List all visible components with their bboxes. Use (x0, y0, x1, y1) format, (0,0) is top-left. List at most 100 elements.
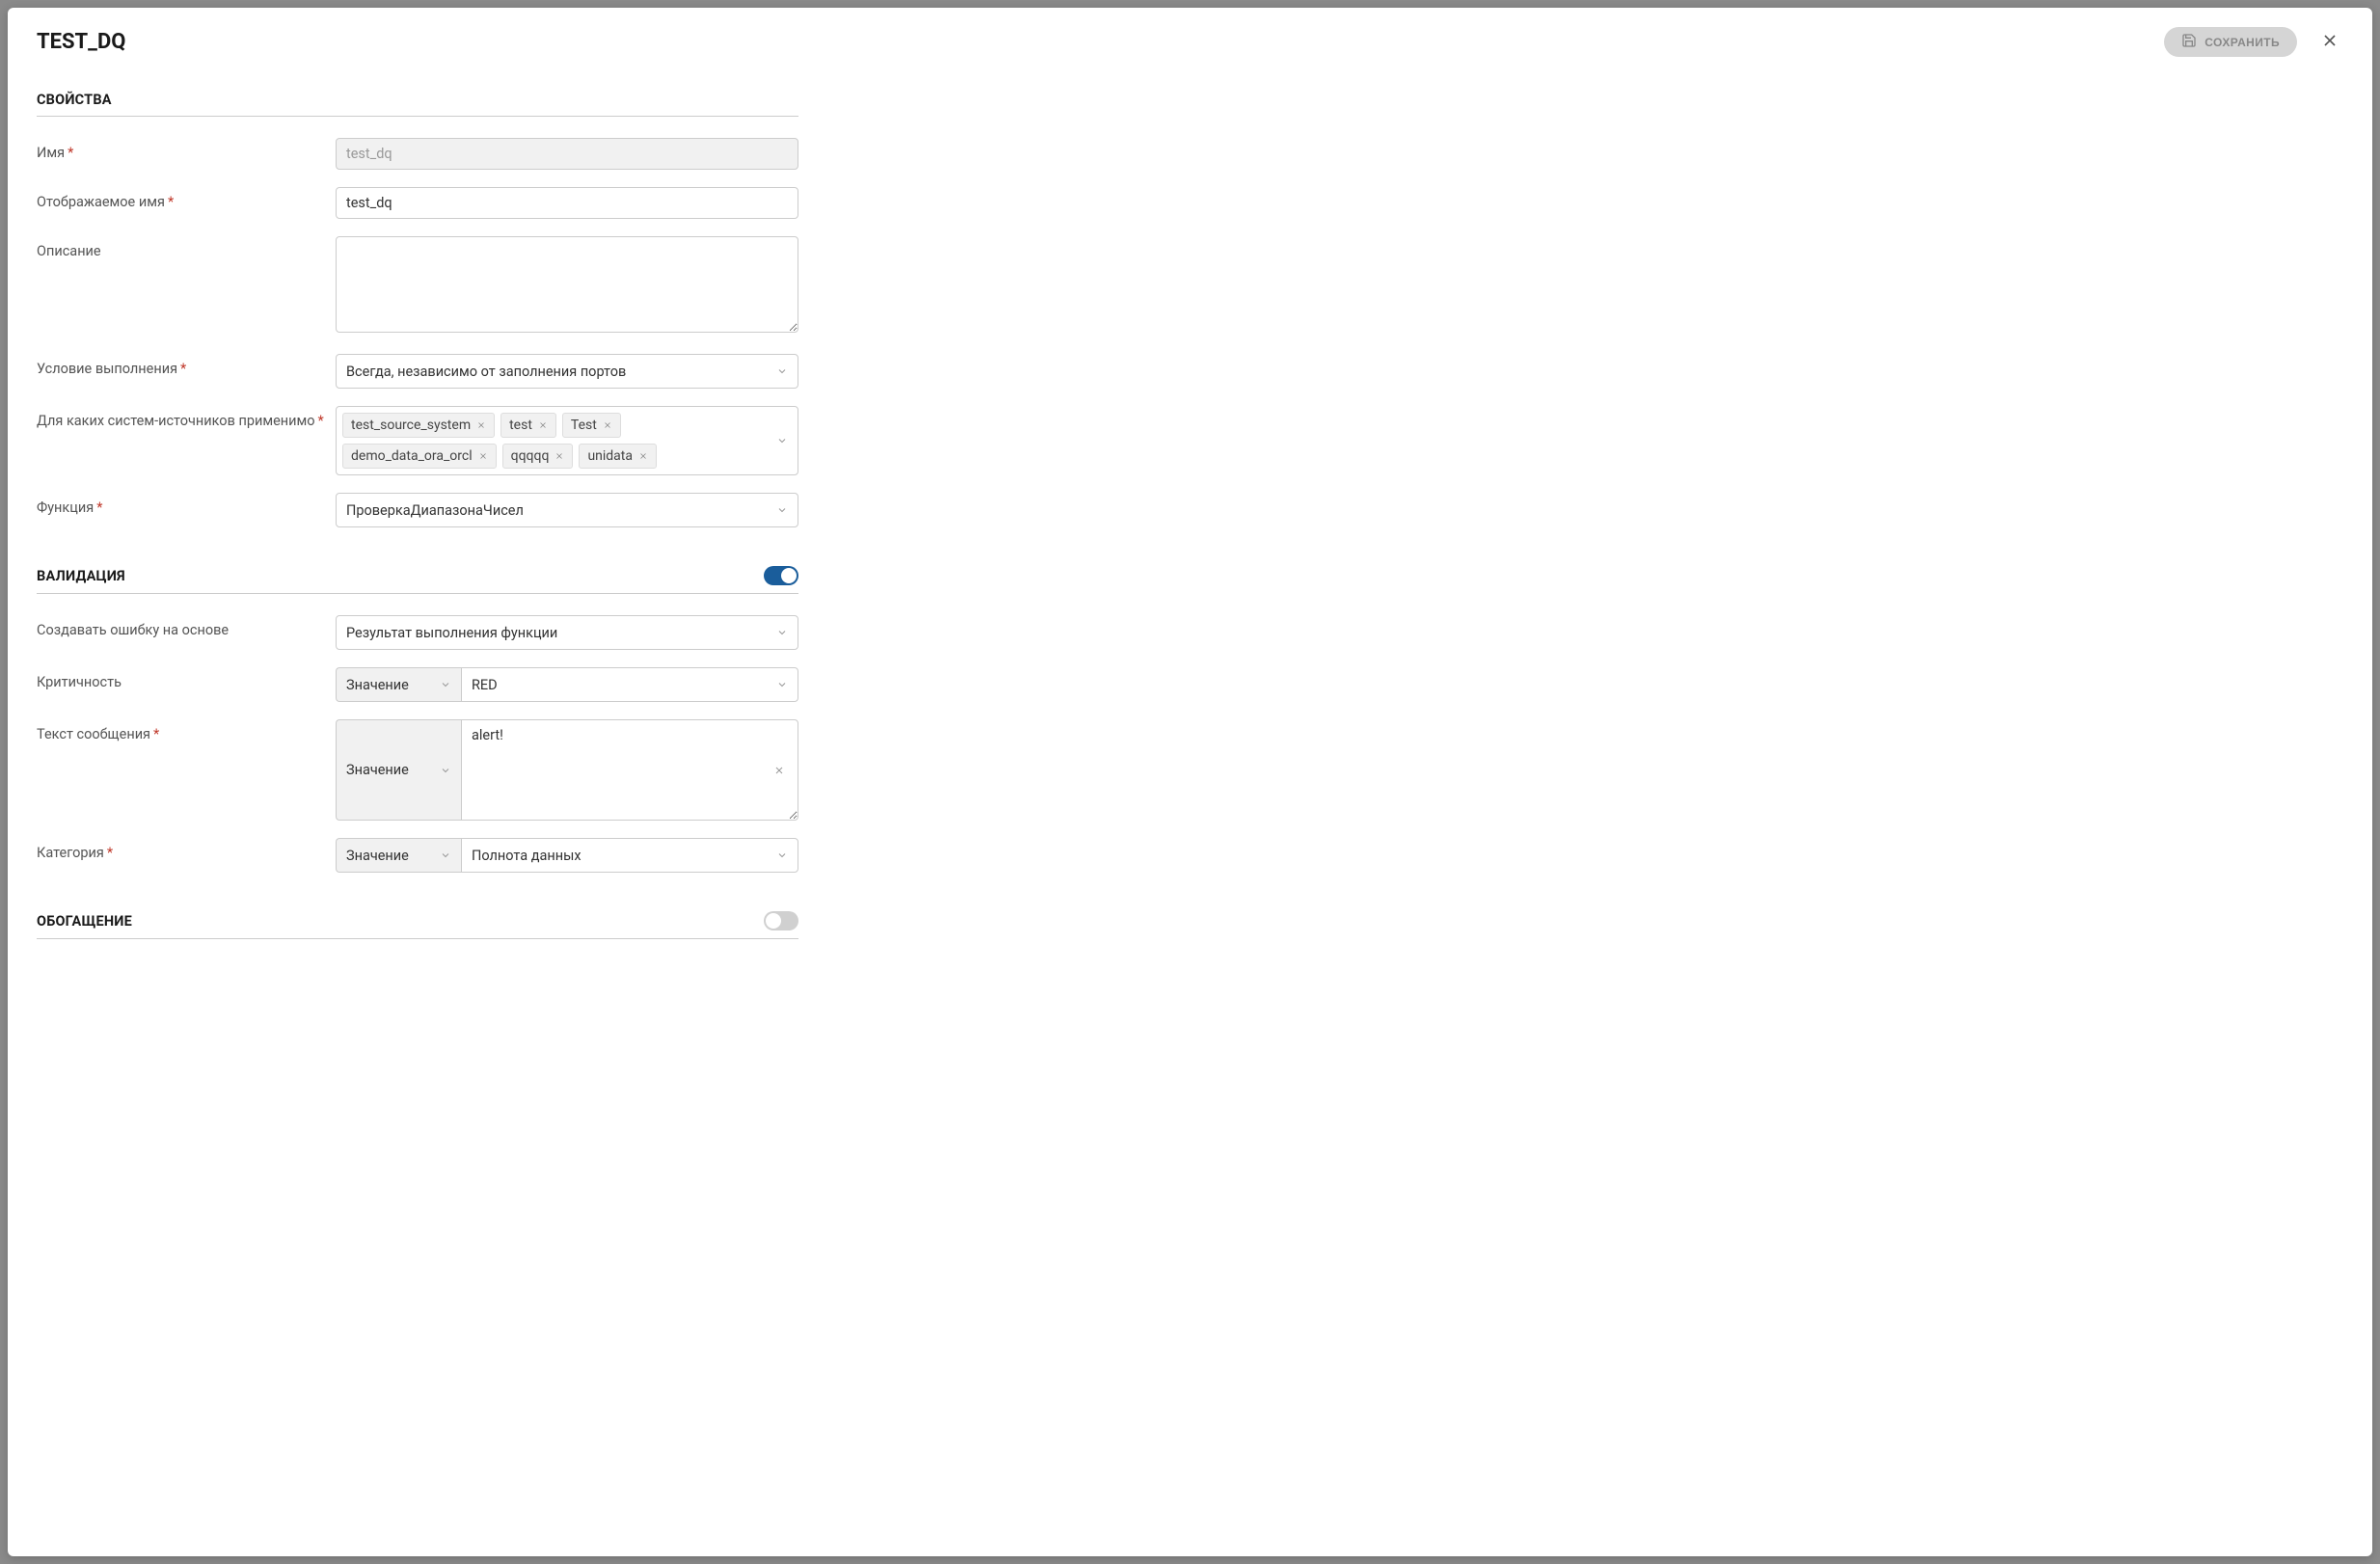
category-type-value: Значение (346, 848, 432, 864)
page-title: TEST_DQ (37, 30, 125, 54)
field-label-source-systems: Для каких систем-источников применимо* (37, 406, 324, 431)
close-icon (538, 420, 548, 430)
tag-label: qqqqq (511, 448, 550, 464)
category-value-select[interactable]: Полнота данных (461, 838, 798, 873)
field-label-criticality: Критичность (37, 667, 324, 692)
close-button[interactable] (2316, 27, 2343, 57)
chevron-down-icon (776, 365, 788, 377)
field-function: Функция* ПроверкаДиапазонаЧисел (37, 493, 798, 527)
required-marker: * (153, 726, 159, 742)
name-input (336, 138, 798, 170)
save-button[interactable]: СОХРАНИТЬ (2164, 27, 2297, 57)
tag-label: unidata (587, 448, 633, 464)
display-name-input[interactable] (336, 187, 798, 219)
chevron-down-icon (776, 849, 788, 861)
enrichment-toggle[interactable] (764, 911, 798, 930)
tag-label: demo_data_ora_orcl (351, 448, 473, 464)
field-label-display-name: Отображаемое имя* (37, 187, 324, 212)
message-type-select[interactable]: Значение (336, 719, 461, 821)
source-system-tag: test (500, 413, 556, 438)
field-control-description (336, 236, 798, 337)
section-title-properties: СВОЙСТВА (37, 92, 112, 108)
field-label-description: Описание (37, 236, 324, 261)
tag-remove-button[interactable] (603, 420, 612, 430)
source-system-tag: qqqqq (502, 444, 574, 469)
tag-label: test_source_system (351, 418, 471, 433)
chevron-down-icon (776, 504, 788, 516)
message-text-wrapper (461, 719, 798, 821)
field-message-text: Текст сообщения* Значение (37, 719, 798, 821)
criticality-type-value: Значение (346, 677, 432, 693)
chevron-down-icon (440, 765, 451, 776)
save-button-label: СОХРАНИТЬ (2204, 36, 2280, 49)
close-icon (476, 420, 486, 430)
run-condition-value: Всегда, независимо от заполнения портов (346, 364, 769, 380)
source-system-tag: demo_data_ora_orcl (342, 444, 497, 469)
section-title-validation: ВАЛИДАЦИЯ (37, 568, 125, 584)
description-textarea[interactable] (336, 236, 798, 333)
category-type-select[interactable]: Значение (336, 838, 461, 873)
field-label-category: Категория* (37, 838, 324, 863)
function-select[interactable]: ПроверкаДиапазонаЧисел (336, 493, 798, 527)
close-icon (603, 420, 612, 430)
tag-remove-button[interactable] (538, 420, 548, 430)
close-icon (478, 451, 488, 461)
page-content: TEST_DQ СОХРАНИТЬ (8, 8, 2372, 980)
header-actions: СОХРАНИТЬ (2164, 27, 2343, 57)
field-run-condition: Условие выполнения* Всегда, независимо о… (37, 354, 798, 389)
chevron-down-icon (776, 435, 788, 446)
source-system-tag: unidata (579, 444, 657, 469)
field-label-function: Функция* (37, 493, 324, 518)
field-control-error-basis: Результат выполнения функции (336, 615, 798, 650)
source-system-tag: test_source_system (342, 413, 495, 438)
field-criticality: Критичность Значение RED (37, 667, 798, 702)
run-condition-select[interactable]: Всегда, независимо от заполнения портов (336, 354, 798, 389)
save-icon (2181, 33, 2197, 51)
toggle-knob (766, 913, 781, 929)
field-control-function: ПроверкаДиапазонаЧисел (336, 493, 798, 527)
validation-toggle[interactable] (764, 566, 798, 585)
required-marker: * (96, 499, 102, 516)
section-header-enrichment: ОБОГАЩЕНИЕ (37, 911, 798, 939)
field-control-category: Значение Полнота данных (336, 838, 798, 873)
chevron-down-icon (440, 679, 451, 690)
tag-remove-button[interactable] (476, 420, 486, 430)
field-error-basis: Создавать ошибку на основе Результат вып… (37, 615, 798, 650)
tag-remove-button[interactable] (554, 451, 564, 461)
close-icon (554, 451, 564, 461)
field-source-systems: Для каких систем-источников применимо* t… (37, 406, 798, 475)
close-icon (2320, 39, 2339, 53)
field-control-criticality: Значение RED (336, 667, 798, 702)
chevron-down-icon (776, 679, 788, 690)
field-control-source-systems: test_source_systemtestTestdemo_data_ora_… (336, 406, 798, 475)
criticality-value-select[interactable]: RED (461, 667, 798, 702)
clear-message-button[interactable] (773, 765, 785, 776)
close-icon (773, 765, 785, 776)
toggle-knob (781, 568, 797, 583)
field-label-message-text: Текст сообщения* (37, 719, 324, 744)
required-marker: * (68, 145, 73, 161)
chevron-down-icon (440, 849, 451, 861)
message-text-textarea[interactable] (461, 719, 798, 821)
close-icon (638, 451, 648, 461)
required-marker: * (168, 194, 174, 210)
field-display-name: Отображаемое имя* (37, 187, 798, 219)
field-label-run-condition: Условие выполнения* (37, 354, 324, 379)
field-label-name: Имя* (37, 138, 324, 163)
required-marker: * (107, 845, 113, 861)
field-control-display-name (336, 187, 798, 219)
criticality-type-select[interactable]: Значение (336, 667, 461, 702)
required-marker: * (180, 361, 186, 377)
field-description: Описание (37, 236, 798, 337)
source-systems-tagbox[interactable]: test_source_systemtestTestdemo_data_ora_… (336, 406, 798, 475)
tag-remove-button[interactable] (478, 451, 488, 461)
criticality-value-text: RED (472, 677, 769, 693)
section-header-validation: ВАЛИДАЦИЯ (37, 566, 798, 594)
field-control-message-text: Значение (336, 719, 798, 821)
error-basis-select[interactable]: Результат выполнения функции (336, 615, 798, 650)
tag-label: test (509, 418, 532, 433)
tag-remove-button[interactable] (638, 451, 648, 461)
function-value: ПроверкаДиапазонаЧисел (346, 502, 769, 519)
required-marker: * (318, 413, 324, 429)
field-label-error-basis: Создавать ошибку на основе (37, 615, 324, 640)
